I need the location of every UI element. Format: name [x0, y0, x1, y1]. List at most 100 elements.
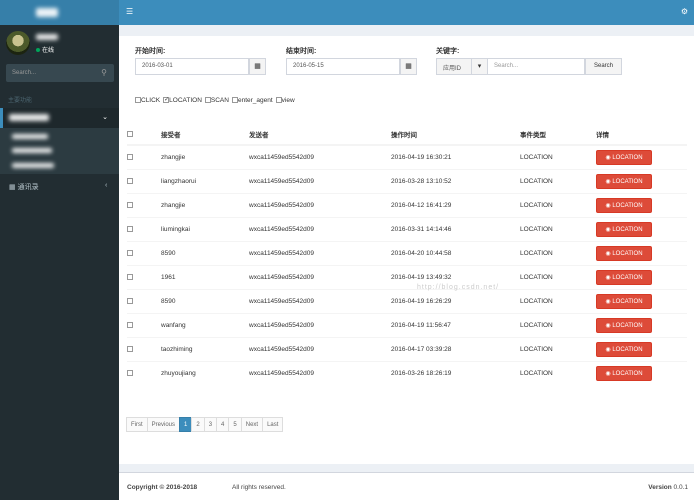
- table-row: 1961 wxca11459ed5542d09 2016-04-19 13:49:3…: [127, 264, 687, 289]
- copyright: Copyright © 2016-2018: [127, 484, 198, 491]
- caret-down-icon[interactable]: ▾: [471, 58, 488, 75]
- table-cell: LOCATION: [520, 264, 596, 289]
- detail-cell: ◉ LOCATION: [596, 264, 687, 289]
- menu-toggle-icon[interactable]: ☰: [126, 7, 133, 16]
- row-checkbox[interactable]: [127, 370, 133, 377]
- sidebar-search-input[interactable]: Search... ⚲: [6, 64, 114, 82]
- row-select-cell: [127, 288, 161, 313]
- row-select-cell: [127, 264, 161, 289]
- table-cell: wxca11459ed5542d09: [249, 264, 391, 289]
- row-checkbox[interactable]: [127, 201, 133, 208]
- submenu-item-2-redacted[interactable]: [12, 148, 52, 153]
- cogs-icon[interactable]: ⚙: [681, 7, 688, 16]
- detail-cell: ◉ LOCATION: [596, 360, 687, 385]
- keyword-search-input[interactable]: Search...: [487, 58, 585, 75]
- page-link[interactable]: 3: [203, 417, 218, 432]
- event-filter-view[interactable]: view: [275, 97, 295, 104]
- start-time-label: 开始时间:: [135, 48, 166, 55]
- chevron-left-icon: ‹: [105, 182, 108, 189]
- row-checkbox[interactable]: [127, 225, 133, 232]
- sidebar-submenu: [0, 128, 119, 174]
- page-link[interactable]: Next: [240, 417, 264, 432]
- location-button[interactable]: ◉ LOCATION: [596, 317, 652, 333]
- table-cell: zhangjie: [161, 192, 249, 217]
- row-checkbox[interactable]: [127, 345, 133, 352]
- column-header[interactable]: 操作时间: [391, 124, 520, 146]
- version-number: 0.0.1: [673, 484, 688, 491]
- table-cell: wxca11459ed5542d09: [249, 144, 391, 169]
- location-button[interactable]: ◉ LOCATION: [596, 173, 652, 189]
- page-link[interactable]: 2: [191, 417, 205, 432]
- location-button-label: LOCATION: [612, 226, 643, 233]
- table-row: taozhiming wxca11459ed5542d09 2016-04-17 0…: [127, 336, 687, 361]
- page-link[interactable]: First: [126, 417, 148, 432]
- location-button[interactable]: ◉ LOCATION: [596, 221, 652, 237]
- online-dot-icon: [36, 48, 40, 53]
- column-header[interactable]: 接受者: [161, 124, 249, 146]
- keyword-type-value: 应用ID: [443, 66, 462, 72]
- column-header: 详情: [596, 124, 687, 146]
- user-name-redacted: [36, 34, 58, 40]
- sidebar-item-1[interactable]: ⌄: [0, 108, 119, 128]
- row-checkbox[interactable]: [127, 249, 133, 256]
- table-cell: wxca11459ed5542d09: [249, 360, 391, 385]
- row-checkbox[interactable]: [127, 177, 133, 184]
- location-button-label: LOCATION: [612, 154, 643, 161]
- row-checkbox[interactable]: [127, 297, 133, 304]
- table-cell: 2016-03-26 18:26:19: [391, 360, 520, 385]
- row-select-cell: [127, 168, 161, 193]
- main-content: 开始时间: 2016-03-01 ▦ 结束时间: 2016-05-15 ▦ 关键…: [119, 36, 694, 464]
- location-button[interactable]: ◉ LOCATION: [596, 365, 652, 381]
- event-filter-enter_agent[interactable]: enter_agent: [231, 97, 273, 104]
- location-button[interactable]: ◉ LOCATION: [596, 245, 652, 261]
- page-link[interactable]: 5: [228, 417, 242, 432]
- search-button[interactable]: Search: [585, 58, 622, 75]
- search-icon[interactable]: ⚲: [101, 68, 107, 77]
- table-cell: liumingkai: [161, 216, 249, 241]
- end-time-input[interactable]: 2016-05-15: [286, 58, 400, 75]
- checkbox-label: SCAN: [210, 97, 229, 104]
- table-cell: 2016-04-19 11:56:47: [391, 312, 520, 337]
- row-select-cell: [127, 192, 161, 217]
- sidebar-item-contacts[interactable]: ▦ 通讯录 ‹: [9, 182, 107, 192]
- event-filter-click[interactable]: CLICK: [135, 97, 160, 104]
- submenu-item-3-redacted[interactable]: [12, 163, 54, 168]
- location-button[interactable]: ◉ LOCATION: [596, 341, 652, 357]
- page-link[interactable]: 1: [179, 417, 193, 432]
- location-button[interactable]: ◉ LOCATION: [596, 149, 652, 165]
- location-button-label: LOCATION: [612, 274, 643, 281]
- row-checkbox[interactable]: [127, 154, 133, 161]
- location-button-label: LOCATION: [612, 370, 643, 377]
- table-cell: wxca11459ed5542d09: [249, 312, 391, 337]
- calendar-icon[interactable]: ▦: [249, 58, 266, 75]
- table-cell: wxca11459ed5542d09: [249, 336, 391, 361]
- event-filter-scan[interactable]: SCAN: [204, 97, 229, 104]
- row-select-cell: [127, 336, 161, 361]
- location-button[interactable]: ◉ LOCATION: [596, 293, 652, 309]
- table-cell: LOCATION: [520, 216, 596, 241]
- page-link[interactable]: 4: [216, 417, 230, 432]
- start-time-input[interactable]: 2016-03-01: [135, 58, 249, 75]
- version: Version 0.0.1: [648, 484, 688, 491]
- brand-name-redacted: [36, 8, 58, 17]
- location-button[interactable]: ◉ LOCATION: [596, 269, 652, 285]
- row-checkbox[interactable]: [127, 273, 133, 280]
- keyword-type-select[interactable]: 应用ID: [436, 58, 472, 75]
- row-checkbox[interactable]: [127, 321, 133, 328]
- column-header[interactable]: 发送者: [249, 124, 391, 146]
- page-link[interactable]: Last: [262, 417, 284, 432]
- calendar-icon[interactable]: ▦: [400, 58, 417, 75]
- page-link[interactable]: Previous: [146, 417, 181, 432]
- detail-cell: ◉ LOCATION: [596, 288, 687, 313]
- event-filter-location[interactable]: ✓LOCATION: [163, 97, 202, 104]
- select-all-checkbox[interactable]: [127, 130, 133, 137]
- column-header[interactable]: 事件类型: [520, 124, 596, 146]
- detail-cell: ◉ LOCATION: [596, 312, 687, 337]
- row-select-cell: [127, 216, 161, 241]
- detail-cell: ◉ LOCATION: [596, 216, 687, 241]
- checkbox-label: LOCATION: [169, 97, 202, 104]
- table-cell: 2016-04-17 03:39:28: [391, 336, 520, 361]
- brand-logo[interactable]: [0, 0, 119, 25]
- submenu-item-1-redacted[interactable]: [12, 134, 48, 139]
- location-button[interactable]: ◉ LOCATION: [596, 197, 652, 213]
